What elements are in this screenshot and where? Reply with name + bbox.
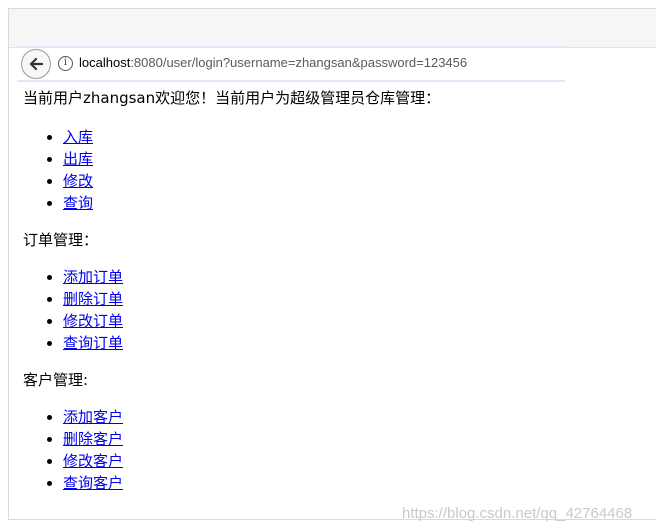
- order-menu: 添加订单 删除订单 修改订单 查询订单: [23, 266, 643, 354]
- list-item: 查询订单: [63, 332, 643, 354]
- warehouse-menu: 入库 出库 修改 查询: [23, 126, 643, 214]
- link-delete-customer[interactable]: 删除客户: [63, 430, 123, 448]
- list-item: 入库: [63, 126, 643, 148]
- link-modify[interactable]: 修改: [63, 172, 93, 190]
- page-content: 当前用户zhangsan欢迎您！当前用户为超级管理员仓库管理： 入库 出库 修改…: [23, 88, 643, 494]
- list-item: 添加客户: [63, 406, 643, 428]
- list-item: 查询: [63, 192, 643, 214]
- list-item: 添加订单: [63, 266, 643, 288]
- welcome-message: 当前用户zhangsan欢迎您！当前用户为超级管理员仓库管理：: [23, 89, 441, 107]
- list-item: 修改订单: [63, 310, 643, 332]
- customer-management-heading: 客户管理:: [23, 371, 89, 389]
- watermark-text: https://blog.csdn.net/qq_42764468: [402, 505, 633, 522]
- order-management-heading: 订单管理：: [23, 231, 99, 249]
- address-bar[interactable]: i localhost:8080/user/login?username=zha…: [17, 46, 565, 82]
- link-query-order[interactable]: 查询订单: [63, 334, 123, 352]
- list-item: 查询客户: [63, 472, 643, 494]
- browser-toolbar: [9, 9, 656, 48]
- back-arrow-icon: [29, 57, 44, 71]
- url-path: :8080/user/login?username=zhangsan&passw…: [130, 55, 468, 70]
- list-item: 修改客户: [63, 450, 643, 472]
- link-query-customer[interactable]: 查询客户: [63, 474, 123, 492]
- list-item: 删除客户: [63, 428, 643, 450]
- link-modify-customer[interactable]: 修改客户: [63, 452, 123, 470]
- back-button[interactable]: [21, 49, 51, 79]
- info-icon[interactable]: i: [58, 56, 73, 71]
- link-delete-order[interactable]: 删除订单: [63, 290, 123, 308]
- link-modify-order[interactable]: 修改订单: [63, 312, 123, 330]
- list-item: 出库: [63, 148, 643, 170]
- list-item: 修改: [63, 170, 643, 192]
- link-stock-in[interactable]: 入库: [63, 128, 93, 146]
- link-add-customer[interactable]: 添加客户: [63, 408, 123, 426]
- link-add-order[interactable]: 添加订单: [63, 268, 123, 286]
- list-item: 删除订单: [63, 288, 643, 310]
- link-query[interactable]: 查询: [63, 194, 93, 212]
- url-host: localhost: [79, 55, 131, 70]
- customer-menu: 添加客户 删除客户 修改客户 查询客户: [23, 406, 643, 494]
- url-text[interactable]: localhost:8080/user/login?username=zhang…: [79, 55, 467, 70]
- link-stock-out[interactable]: 出库: [63, 150, 93, 168]
